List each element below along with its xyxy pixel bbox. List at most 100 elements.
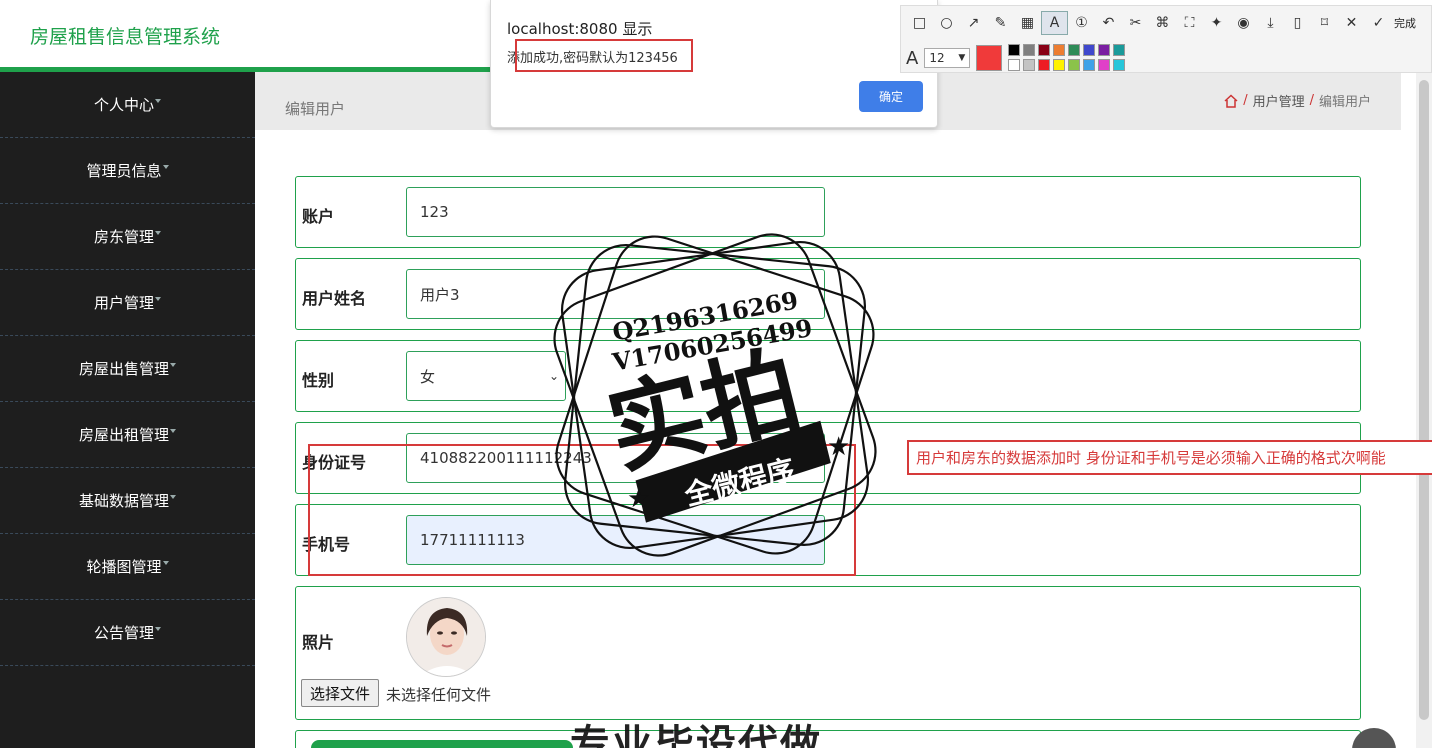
color-swatch[interactable] — [1113, 44, 1126, 56]
color-swatch[interactable] — [1023, 44, 1036, 56]
color-swatch[interactable] — [1098, 44, 1111, 56]
cut-icon[interactable]: ✂ — [1122, 11, 1149, 35]
current-color-swatch[interactable] — [976, 45, 1003, 71]
breadcrumb: / 用户管理 / 编辑用户 — [1224, 91, 1371, 110]
form-row-account: 账户 123 — [295, 176, 1361, 248]
toolbar-tools-row: □ ○ ↗ ✎ ▦ A ① ↶ ✂ ⌘ ⛶ ✦ ◉ ⤓ ▯ ⌑ ✕ ✓ 完成 — [906, 11, 1416, 35]
breadcrumb-current: 编辑用户 — [1318, 95, 1371, 110]
caret-down-icon: ▼ — [958, 53, 966, 63]
ellipse-tool-icon[interactable]: ○ — [933, 11, 960, 35]
caret-down-icon — [162, 560, 169, 565]
form-row-gender: 性别 女 ⌄ — [295, 340, 1361, 412]
sidebar-item-house-rent[interactable]: 房屋出租管理 — [0, 402, 255, 468]
dialog-ok-button[interactable]: 确定 — [859, 81, 923, 112]
page-title: 编辑用户 — [285, 100, 346, 118]
text-tool-icon[interactable]: A — [1041, 11, 1068, 35]
annotation-note: 用户和房东的数据添加时 身份证和手机号是必须输入正确的格式次啊能 — [907, 440, 1432, 475]
done-button[interactable]: 完成 — [1394, 15, 1416, 31]
mosaic-tool-icon[interactable]: ▦ — [1014, 11, 1041, 35]
color-swatch[interactable] — [1113, 59, 1126, 71]
color-swatch[interactable] — [1068, 59, 1081, 71]
close-icon[interactable]: ✕ — [1338, 11, 1365, 35]
color-swatch[interactable] — [1068, 44, 1081, 56]
color-swatch[interactable] — [1083, 59, 1096, 71]
color-swatch[interactable] — [1008, 44, 1021, 56]
pin-icon[interactable]: ✦ — [1203, 11, 1230, 35]
sidebar-item-carousel[interactable]: 轮播图管理 — [0, 534, 255, 600]
home-icon[interactable] — [1224, 93, 1238, 108]
submit-button[interactable] — [311, 740, 573, 748]
sidebar-item-landlord[interactable]: 房东管理 — [0, 204, 255, 270]
page-scrollbar[interactable] — [1416, 72, 1432, 748]
sidebar-item-personal-center[interactable]: 个人中心 — [0, 72, 255, 138]
font-icon: A — [906, 47, 919, 69]
pen-tool-icon[interactable]: ✎ — [987, 11, 1014, 35]
phone-input[interactable]: 17711111113 — [406, 515, 825, 565]
scrollbar-thumb[interactable] — [1419, 80, 1429, 720]
dialog-message: 添加成功,密码默认为123456 — [507, 51, 678, 66]
caret-down-icon — [155, 98, 161, 103]
annotation-toolbar: □ ○ ↗ ✎ ▦ A ① ↶ ✂ ⌘ ⛶ ✦ ◉ ⤓ ▯ ⌑ ✕ ✓ 完成 A… — [900, 5, 1432, 73]
caret-down-icon — [155, 296, 161, 301]
caret-down-icon — [162, 164, 169, 169]
breadcrumb-separator: / — [1243, 93, 1248, 108]
dialog-title: localhost:8080 显示 — [507, 20, 653, 38]
download-icon[interactable]: ⤓ — [1257, 11, 1284, 35]
sidebar-menu: 个人中心 管理员信息 房东管理 用户管理 房屋出售管理 房屋出租管理 基础数据管… — [0, 72, 255, 748]
phone-icon[interactable]: ▯ — [1284, 11, 1311, 35]
photo-label: 照片 — [302, 633, 335, 652]
color-swatch[interactable] — [1038, 59, 1051, 71]
color-swatch[interactable] — [1008, 59, 1021, 71]
bookmark-icon[interactable]: ⌑ — [1311, 11, 1338, 35]
color-swatch[interactable] — [1023, 59, 1036, 71]
color-swatch[interactable] — [1053, 44, 1066, 56]
form-row-name: 用户姓名 用户3 — [295, 258, 1361, 330]
font-size-select[interactable]: 12 ▼ — [924, 48, 971, 68]
gender-select[interactable]: 女 ⌄ — [406, 351, 566, 401]
breadcrumb-separator: / — [1309, 93, 1314, 108]
caret-down-icon — [170, 428, 176, 433]
name-label: 用户姓名 — [302, 289, 367, 308]
sidebar-item-house-sale[interactable]: 房屋出售管理 — [0, 336, 255, 402]
color-swatch[interactable] — [1083, 44, 1096, 56]
toolbar-style-row: A 12 ▼ — [906, 44, 1126, 72]
main-content: 编辑用户 / 用户管理 / 编辑用户 账户 123 用户姓名 用户3 性别 女 ⌄… — [255, 72, 1416, 748]
color-palette — [1008, 44, 1126, 72]
phone-label: 手机号 — [302, 535, 351, 554]
record-icon[interactable]: ◉ — [1230, 11, 1257, 35]
sidebar-item-users[interactable]: 用户管理 — [0, 270, 255, 336]
rectangle-tool-icon[interactable]: □ — [906, 11, 933, 35]
color-swatch[interactable] — [1038, 44, 1051, 56]
caret-down-icon — [170, 494, 176, 499]
arrow-tool-icon[interactable]: ↗ — [960, 11, 987, 35]
caret-down-icon — [155, 230, 161, 235]
breadcrumb-link-users[interactable]: 用户管理 — [1253, 91, 1305, 110]
caret-down-icon — [155, 626, 161, 631]
brand-title: 房屋租售信息管理系统 — [30, 26, 221, 48]
sidebar-item-basic-data[interactable]: 基础数据管理 — [0, 468, 255, 534]
bottom-watermark: 专业毕设代做 — [570, 722, 822, 748]
idcard-label: 身份证号 — [302, 453, 367, 472]
color-swatch[interactable] — [1053, 59, 1066, 71]
caret-down-icon — [170, 362, 176, 367]
chevron-down-icon: ⌄ — [548, 369, 559, 383]
check-icon[interactable]: ✓ — [1365, 11, 1392, 35]
number-tool-icon[interactable]: ① — [1068, 11, 1095, 35]
account-input[interactable]: 123 — [406, 187, 825, 237]
account-label: 账户 — [302, 207, 335, 226]
color-swatch[interactable] — [1098, 59, 1111, 71]
name-input[interactable]: 用户3 — [406, 269, 825, 319]
file-status-text: 未选择任何文件 — [386, 686, 492, 704]
alert-dialog: localhost:8080 显示 添加成功,密码默认为123456 确定 — [490, 0, 938, 128]
form-row-photo: 照片 选择文件 未选择任何文件 — [295, 586, 1361, 720]
gender-label: 性别 — [302, 371, 335, 390]
choose-file-button[interactable]: 选择文件 — [301, 679, 380, 707]
idcard-input[interactable]: 410882200111112243 — [406, 433, 825, 483]
user-photo-image — [406, 597, 486, 677]
sidebar-item-notices[interactable]: 公告管理 — [0, 600, 255, 666]
undo-icon[interactable]: ↶ — [1095, 11, 1122, 35]
translate-icon[interactable]: ⌘ — [1149, 11, 1176, 35]
sidebar-item-admin-info[interactable]: 管理员信息 — [0, 138, 255, 204]
form-row-phone: 手机号 17711111113 — [295, 504, 1361, 576]
capture-icon[interactable]: ⛶ — [1176, 11, 1203, 35]
